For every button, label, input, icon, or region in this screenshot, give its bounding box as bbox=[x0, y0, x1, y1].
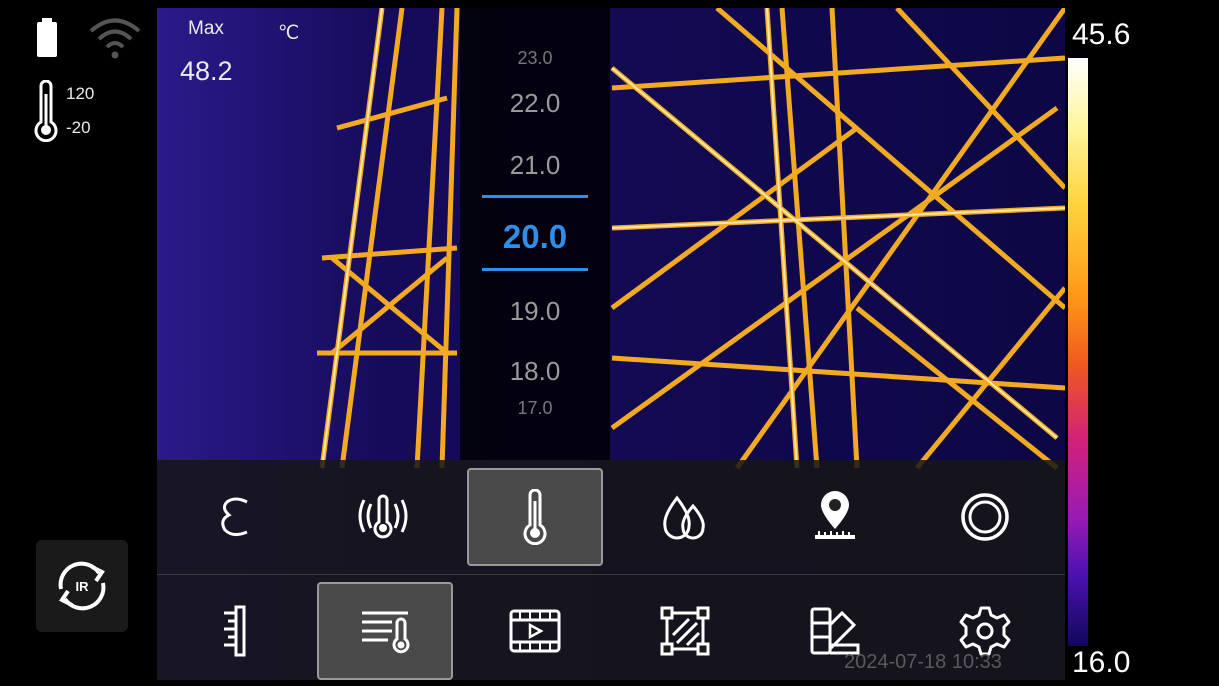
emissivity-button[interactable] bbox=[167, 468, 303, 566]
region-measure-icon bbox=[659, 605, 711, 657]
video-button[interactable] bbox=[467, 582, 603, 680]
thermometer-icon bbox=[521, 489, 549, 545]
scale-max-value: 45.6 bbox=[1072, 18, 1131, 51]
emissivity-icon bbox=[215, 494, 255, 540]
distance-location-button[interactable] bbox=[767, 468, 903, 566]
status-panel: 120 -20 IR bbox=[0, 0, 155, 686]
picker-option[interactable]: 19.0 bbox=[460, 296, 610, 327]
thermometer-range-icon bbox=[34, 80, 58, 142]
bottom-toolbar bbox=[157, 460, 1065, 680]
reflective-temperature-icon bbox=[959, 491, 1011, 543]
thermometer-button[interactable] bbox=[467, 468, 603, 566]
temperature-alarm-icon bbox=[353, 492, 413, 542]
scale-min-value: 16.0 bbox=[1072, 646, 1131, 679]
ir-switch-button[interactable]: IR bbox=[36, 540, 128, 632]
ir-switch-label: IR bbox=[75, 578, 89, 594]
ruler-icon bbox=[220, 605, 250, 657]
temperature-scale-panel bbox=[1065, 0, 1219, 686]
reflective-temperature-button[interactable] bbox=[917, 468, 1053, 566]
range-high-value: 120 bbox=[66, 84, 95, 103]
temperature-list-icon bbox=[358, 605, 412, 657]
picker-option[interactable]: 21.0 bbox=[460, 150, 610, 181]
distance-location-icon bbox=[807, 489, 863, 545]
wifi-icon bbox=[88, 16, 142, 60]
picker-option[interactable]: 22.0 bbox=[460, 88, 610, 119]
ruler-button[interactable] bbox=[167, 582, 303, 680]
temperature-picker[interactable]: 23.0 22.0 21.0 20.0 19.0 18.0 17.0 bbox=[460, 8, 610, 460]
palette-icon bbox=[808, 605, 862, 657]
max-temp-value: 48.2 bbox=[180, 56, 233, 86]
settings-icon bbox=[959, 605, 1011, 657]
region-measure-button[interactable] bbox=[617, 582, 753, 680]
picker-selection-line-bottom bbox=[482, 268, 588, 271]
picker-selection-line-top bbox=[482, 195, 588, 198]
capture-timestamp: 2024-07-18 10:33 bbox=[844, 651, 1002, 673]
color-scale-bar bbox=[1068, 58, 1088, 646]
max-temp-label: Max bbox=[188, 18, 224, 39]
humidity-button[interactable] bbox=[617, 468, 753, 566]
picker-selected-value[interactable]: 20.0 bbox=[460, 218, 610, 256]
video-icon bbox=[508, 606, 562, 656]
picker-option[interactable]: 18.0 bbox=[460, 356, 610, 387]
temp-unit-label: ℃ bbox=[278, 23, 300, 44]
picker-option[interactable]: 23.0 bbox=[460, 48, 610, 69]
temperature-list-button[interactable] bbox=[317, 582, 453, 680]
temperature-alarm-button[interactable] bbox=[315, 468, 451, 566]
range-low-value: -20 bbox=[66, 118, 91, 137]
thermal-camera-screen: 120 -20 IR Max 48.2 ℃ 23.0 22.0 21.0 20.… bbox=[0, 0, 1219, 686]
toolbar-divider bbox=[157, 574, 1065, 575]
picker-option[interactable]: 17.0 bbox=[460, 398, 610, 419]
battery-icon bbox=[36, 18, 58, 58]
humidity-icon bbox=[657, 492, 713, 542]
